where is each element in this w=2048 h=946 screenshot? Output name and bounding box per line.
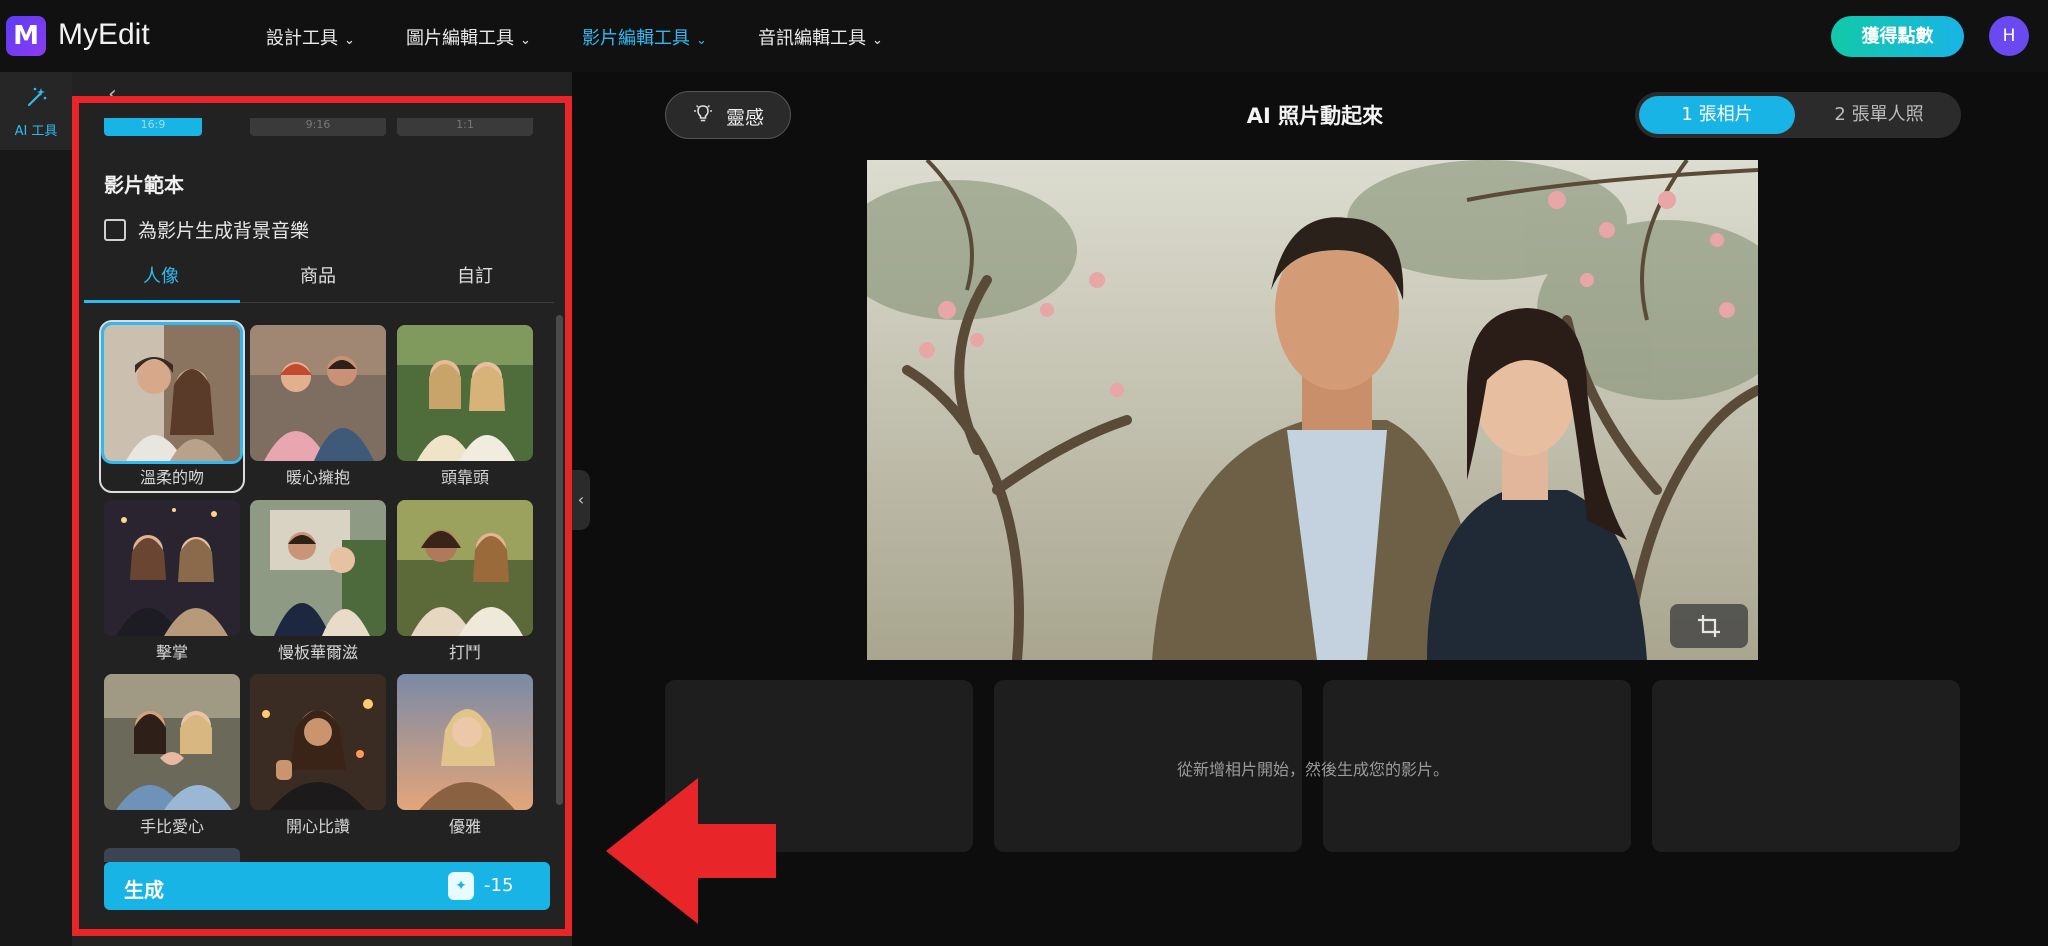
myedit-logo[interactable]: M bbox=[6, 16, 46, 56]
nav-label: 圖片編輯工具 bbox=[406, 28, 514, 49]
rail-item-ai-tools[interactable]: AI 工具 bbox=[0, 72, 72, 150]
left-rail: AI 工具 bbox=[0, 72, 72, 946]
chevron-down-icon: ⌄ bbox=[872, 33, 883, 48]
page-title: AI 照片動起來 bbox=[1246, 104, 1384, 128]
nav-audio-tools[interactable]: 音訊編輯工具 ⌄ bbox=[758, 24, 883, 50]
nav-label: 音訊編輯工具 bbox=[758, 28, 866, 49]
nav-label: 影片編輯工具 bbox=[582, 28, 690, 49]
inspiration-button[interactable]: 靈感 bbox=[665, 91, 791, 139]
rail-item-label: AI 工具 bbox=[14, 124, 58, 139]
photo-mode-toggle: 1 張相片 2 張單人照 bbox=[1635, 92, 1961, 138]
chevron-down-icon: ⌄ bbox=[696, 33, 707, 48]
nav-label: 設計工具 bbox=[266, 28, 338, 49]
get-points-button[interactable]: 獲得點數 bbox=[1831, 16, 1964, 57]
crop-icon[interactable] bbox=[1670, 604, 1748, 648]
empty-state-message: 從新增相片開始，然後生成您的影片。 bbox=[1176, 760, 1449, 779]
highlight-box bbox=[72, 96, 572, 936]
chevron-down-icon: ⌄ bbox=[344, 33, 355, 48]
top-bar: M MyEdit 設計工具 ⌄ 圖片編輯工具 ⌄ 影片編輯工具 ⌄ 音訊編輯工具 ⌄ 獲… bbox=[0, 0, 2048, 72]
lightbulb-icon bbox=[692, 102, 714, 129]
mode-two-portraits[interactable]: 2 張單人照 bbox=[1801, 96, 1957, 134]
nav-image-tools[interactable]: 圖片編輯工具 ⌄ bbox=[406, 24, 531, 50]
user-avatar[interactable]: H bbox=[1989, 16, 2029, 56]
left-arrow-icon bbox=[606, 778, 776, 924]
nav-design-tools[interactable]: 設計工具 ⌄ bbox=[266, 24, 355, 50]
mode-one-photo[interactable]: 1 張相片 bbox=[1639, 96, 1795, 134]
video-slot bbox=[1652, 680, 1960, 852]
chevron-down-icon: ⌄ bbox=[520, 33, 531, 48]
inspiration-label: 靈感 bbox=[726, 107, 765, 129]
brand-name[interactable]: MyEdit bbox=[58, 18, 150, 52]
nav-video-tools[interactable]: 影片編輯工具 ⌄ bbox=[582, 24, 707, 50]
magic-wand-icon bbox=[26, 86, 48, 114]
collapse-panel-chevron-icon[interactable]: ‹ bbox=[572, 470, 590, 530]
uploaded-photo[interactable] bbox=[867, 160, 1758, 660]
